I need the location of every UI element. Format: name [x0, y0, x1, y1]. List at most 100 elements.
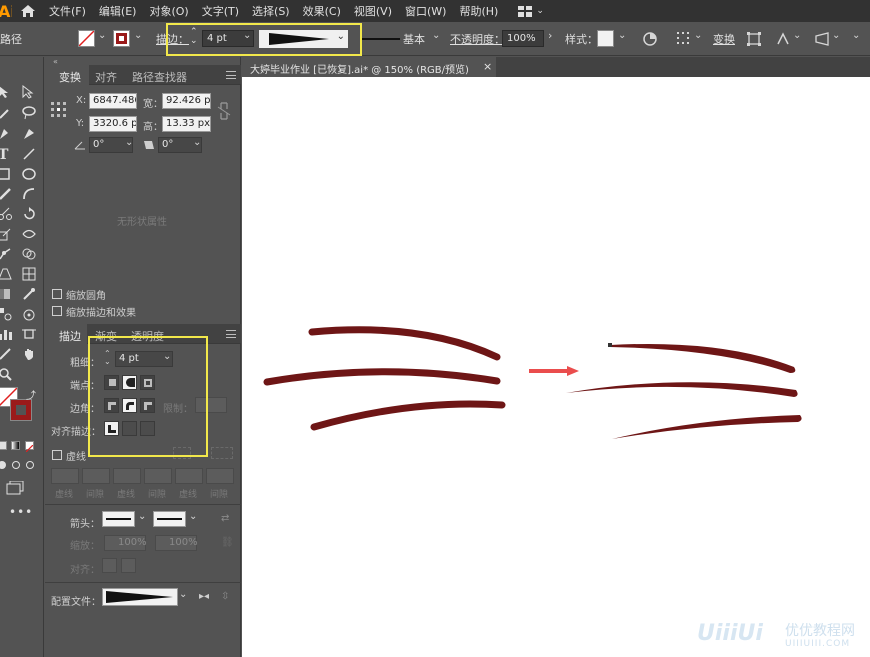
artboard-canvas[interactable]: UiiiUi 优优教程网 UIIIUIII.COM [242, 77, 870, 657]
uniform-stroke-2[interactable] [263, 368, 501, 386]
start-arrowhead-chevron-icon[interactable]: ⌄ [138, 511, 146, 522]
gap-1-input[interactable] [82, 468, 110, 484]
menu-file[interactable]: 文件(F) [49, 3, 86, 19]
gap-2-input[interactable] [144, 468, 172, 484]
transform-button[interactable]: 变换 [713, 31, 735, 47]
paintbrush-tool-icon[interactable] [0, 187, 14, 201]
align-grid-icon[interactable] [677, 32, 693, 46]
dash-1-input[interactable] [51, 468, 79, 484]
tab-align[interactable]: 对齐 [95, 69, 117, 85]
eyedropper-tool-icon[interactable] [22, 287, 38, 301]
selection-tool-icon[interactable] [0, 85, 14, 99]
reference-point-icon[interactable] [51, 102, 67, 118]
gradient-tool-icon[interactable] [0, 287, 14, 301]
scale-strokes-checkbox[interactable] [52, 306, 62, 316]
stroke-swatch[interactable] [113, 30, 130, 47]
draw-normal-icon[interactable] [0, 461, 6, 469]
fill-swatch[interactable] [78, 30, 95, 47]
tab-stroke[interactable]: 描边 [59, 328, 81, 344]
stroke-color-box[interactable] [10, 399, 32, 421]
x-input[interactable]: 6847.486 [89, 93, 137, 109]
width-input[interactable]: 92.426 p [162, 93, 211, 109]
brush-chevron-icon[interactable]: ⌄ [432, 30, 440, 41]
scale-corners-checkbox[interactable] [52, 289, 62, 299]
swap-arrowheads-icon[interactable]: ⇄ [221, 513, 229, 524]
rotate-tool-icon[interactable] [22, 207, 38, 221]
tab-transform[interactable]: 变换 [59, 69, 81, 85]
type-tool-icon[interactable]: T [0, 147, 14, 163]
recolor-artwork-icon[interactable] [642, 31, 658, 47]
menu-view[interactable]: 视图(V) [354, 3, 392, 19]
menu-edit[interactable]: 编辑(E) [99, 3, 137, 19]
magic-wand-tool-icon[interactable] [0, 106, 14, 120]
constrain-proportions-icon[interactable] [217, 102, 231, 120]
opacity-input[interactable]: 100% [502, 30, 544, 47]
slice-tool-icon[interactable] [0, 347, 14, 361]
warp-chevron-icon[interactable]: ⌄ [793, 30, 801, 41]
width-tool-icon[interactable] [22, 227, 38, 241]
screen-mode-icon[interactable] [6, 480, 24, 498]
opacity-arrow-icon[interactable]: › [548, 29, 552, 42]
flip-across-icon[interactable]: ⇳ [221, 591, 229, 602]
graphic-style-swatch[interactable] [597, 30, 614, 47]
menu-object[interactable]: 对象(O) [149, 3, 188, 19]
menu-help[interactable]: 帮助(H) [459, 3, 498, 19]
end-arrowhead-select[interactable] [153, 511, 186, 527]
document-tab[interactable]: 大婷毕业作业 [已恢复].ai* @ 150% (RGB/预览) × [242, 57, 496, 77]
start-arrowhead-select[interactable] [102, 511, 135, 527]
uniform-stroke-3[interactable] [310, 400, 506, 431]
width-profile-select[interactable] [102, 588, 178, 606]
none-mode-icon[interactable] [25, 441, 34, 453]
draw-inside-icon[interactable] [26, 461, 34, 469]
style-chevron-icon[interactable]: ⌄ [618, 30, 626, 41]
artboard-tool-icon[interactable] [22, 327, 38, 341]
tab-pathfinder[interactable]: 路径查找器 [132, 69, 187, 85]
lasso-tool-icon[interactable] [22, 106, 38, 120]
dash-3-input[interactable] [175, 468, 203, 484]
anchor-point[interactable] [608, 343, 612, 347]
mesh-tool-icon[interactable] [22, 267, 38, 281]
arrow-tip-at-end-button[interactable] [121, 558, 136, 573]
gap-3-input[interactable] [206, 468, 234, 484]
rotate-chevron-icon[interactable]: ⌄ [125, 137, 133, 148]
link-scale-icon[interactable]: ⛓ [221, 537, 234, 548]
symbol-sprayer-tool-icon[interactable] [22, 307, 38, 321]
direct-selection-tool-icon[interactable] [22, 85, 38, 99]
more-tools-icon[interactable]: ••• [9, 505, 33, 519]
menu-type[interactable]: 文字(T) [202, 3, 239, 19]
height-input[interactable]: 13.33 px [162, 116, 211, 132]
profile-select-chevron-icon[interactable]: ⌄ [179, 589, 187, 600]
curvature-tool-icon[interactable] [22, 127, 38, 141]
zoom-tool-icon[interactable] [0, 367, 14, 381]
end-scale-input[interactable]: 100% [155, 535, 198, 551]
column-graph-tool-icon[interactable] [0, 327, 14, 341]
envelope-distort-icon[interactable] [815, 32, 829, 46]
arrow-tip-beyond-button[interactable] [102, 558, 117, 573]
scale-tool-icon[interactable] [0, 227, 14, 241]
y-input[interactable]: 3320.6 p [89, 116, 137, 132]
blend-tool-icon[interactable] [0, 307, 14, 321]
home-icon[interactable] [20, 4, 36, 18]
dashed-line-checkbox[interactable] [52, 450, 62, 460]
scissors-tool-icon[interactable] [0, 207, 14, 221]
menu-select[interactable]: 选择(S) [252, 3, 290, 19]
workspace-switcher[interactable]: ⌄ [518, 5, 544, 17]
line-tool-icon[interactable] [22, 147, 38, 161]
transform-panel-menu-icon[interactable] [226, 71, 236, 79]
tapered-stroke-2[interactable] [566, 382, 798, 397]
dash-2-input[interactable] [113, 468, 141, 484]
tapered-stroke-3[interactable] [612, 415, 802, 439]
distort-chevron-icon[interactable]: ⌄ [832, 30, 840, 41]
ellipse-tool-icon[interactable] [22, 167, 38, 181]
flip-along-icon[interactable]: ▸◂ [199, 591, 209, 602]
shear-chevron-icon[interactable]: ⌄ [193, 137, 201, 148]
rectangle-tool-icon[interactable] [0, 167, 14, 181]
gradient-mode-icon[interactable] [11, 441, 20, 450]
opacity-label[interactable]: 不透明度： [450, 31, 505, 47]
fill-chevron-icon[interactable]: ⌄ [98, 30, 106, 41]
menu-effect[interactable]: 效果(C) [303, 3, 341, 19]
isolate-icon[interactable] [747, 32, 761, 46]
close-tab-icon[interactable]: × [483, 60, 492, 73]
dash-align-icon[interactable] [211, 447, 233, 459]
stroke-panel-menu-icon[interactable] [226, 330, 236, 338]
